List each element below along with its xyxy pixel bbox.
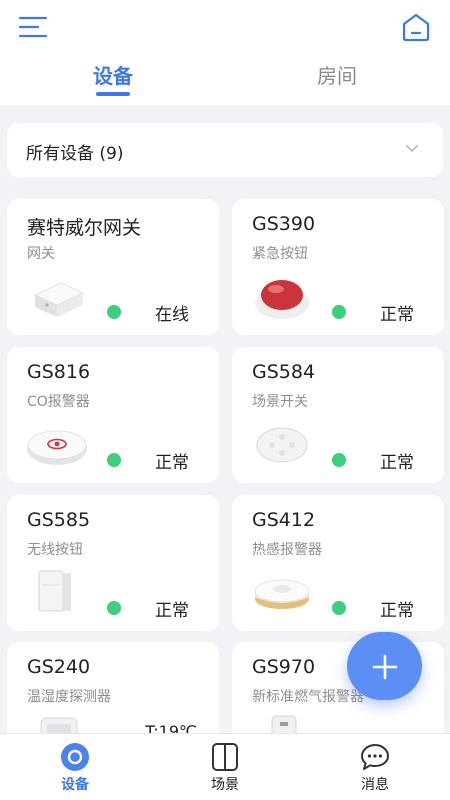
device-name: GS412 <box>252 509 316 531</box>
active-tab-indicator <box>96 92 130 96</box>
device-filter-dropdown[interactable]: 所有设备 (9) <box>7 123 443 177</box>
nav-scenes[interactable]: 场景 <box>180 734 270 800</box>
co-alarm-icon <box>27 430 87 465</box>
devices-icon <box>61 743 89 771</box>
bottom-nav: 设备 场景 消息 <box>0 733 450 800</box>
status-indicator <box>332 305 346 319</box>
device-type: 场景开关 <box>252 394 308 410</box>
messages-icon <box>361 744 389 770</box>
device-name: GS584 <box>252 361 316 383</box>
device-status: 在线 <box>155 305 189 325</box>
device-card-gs412[interactable]: GS412 热感报警器 正常 <box>232 495 444 631</box>
device-type: 热感报警器 <box>252 542 322 558</box>
tab-rooms[interactable]: 房间 <box>287 60 387 89</box>
tab-devices[interactable]: 设备 <box>63 60 163 89</box>
plus-icon <box>372 654 398 680</box>
device-status: 正常 <box>155 453 189 473</box>
device-name: GS970 <box>252 656 316 678</box>
nav-devices-label: 设备 <box>61 777 89 793</box>
device-type: CO报警器 <box>27 394 90 410</box>
device-name: GS390 <box>252 213 316 235</box>
nav-scenes-label: 场景 <box>211 777 239 793</box>
chevron-down-icon <box>405 144 419 153</box>
scene-switch-icon <box>256 427 308 463</box>
emergency-button-icon <box>255 280 309 319</box>
nav-messages[interactable]: 消息 <box>330 734 420 800</box>
menu-icon[interactable] <box>18 14 48 40</box>
device-card-gateway[interactable]: 赛特威尔网关 网关 在线 <box>7 199 219 335</box>
gateway-icon <box>34 282 84 317</box>
device-name: GS585 <box>27 509 91 531</box>
status-indicator <box>107 453 121 467</box>
status-indicator <box>107 601 121 615</box>
device-name: 赛特威尔网关 <box>27 217 142 239</box>
wireless-button-icon <box>38 570 71 612</box>
device-status: 正常 <box>380 305 414 325</box>
device-card-gs390[interactable]: GS390 紧急按钮 正常 <box>232 199 444 335</box>
home-icon[interactable] <box>400 12 432 42</box>
device-card-gs585[interactable]: GS585 无线按钮 正常 <box>7 495 219 631</box>
status-indicator <box>332 453 346 467</box>
device-name: GS816 <box>27 361 91 383</box>
status-indicator <box>332 601 346 615</box>
device-card-gs816[interactable]: GS816 CO报警器 正常 <box>7 347 219 483</box>
heat-alarm-icon <box>254 579 310 609</box>
device-status: 正常 <box>380 601 414 621</box>
device-type: 紧急按钮 <box>252 246 308 262</box>
nav-devices[interactable]: 设备 <box>30 734 120 800</box>
device-type: 温湿度探测器 <box>27 689 111 705</box>
device-filter-label: 所有设备 (9) <box>26 144 124 164</box>
device-card-gs584[interactable]: GS584 场景开关 正常 <box>232 347 444 483</box>
status-indicator <box>107 305 121 319</box>
device-name: GS240 <box>27 656 91 678</box>
scenes-icon <box>212 743 238 771</box>
device-status: 正常 <box>380 453 414 473</box>
device-type: 无线按钮 <box>27 542 83 558</box>
add-device-button[interactable] <box>347 632 422 700</box>
nav-messages-label: 消息 <box>361 777 389 793</box>
device-type: 网关 <box>27 246 55 262</box>
device-type: 新标准燃气报警器 <box>252 689 364 705</box>
device-status: 正常 <box>155 601 189 621</box>
top-bar: 设备 房间 <box>0 0 450 105</box>
